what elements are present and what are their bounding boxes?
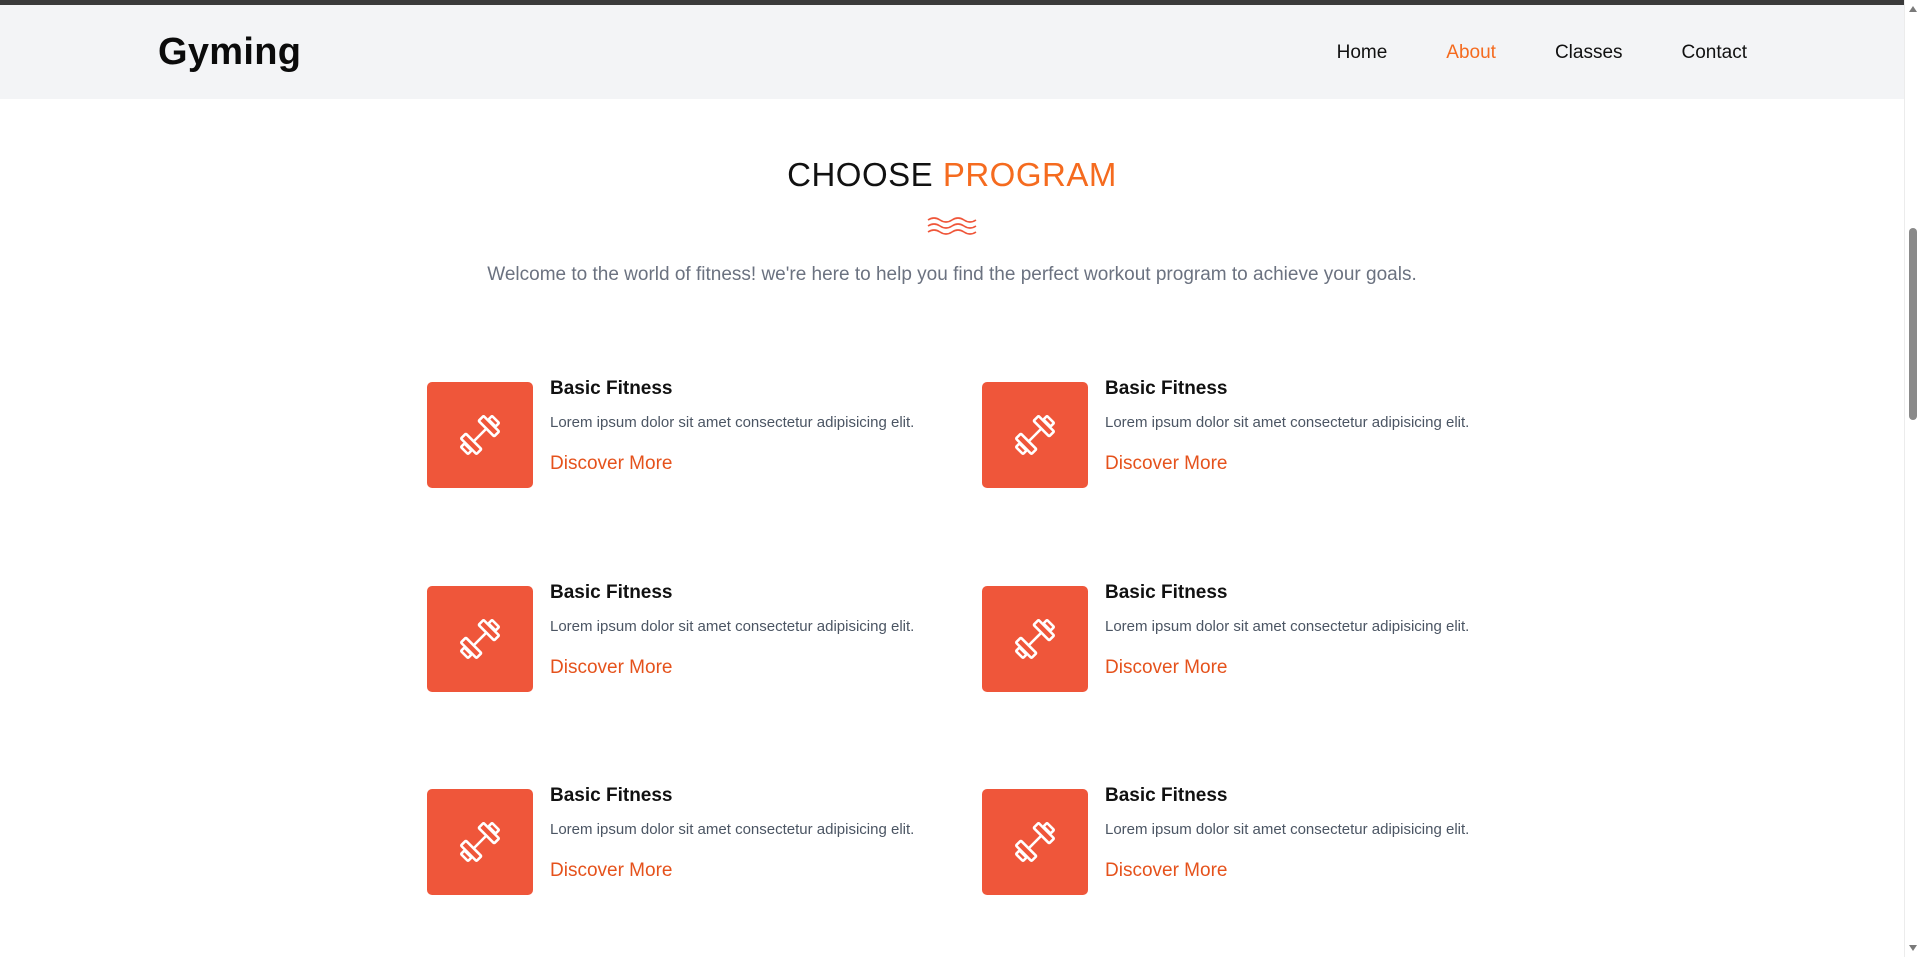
scroll-down-arrow-icon[interactable] [1909,945,1917,951]
program-description: Lorem ipsum dolor sit amet consectetur a… [550,618,915,635]
program-icon-box[interactable] [982,586,1088,692]
dumbbell-icon [1015,415,1055,455]
page-scrollbar[interactable] [1904,0,1920,957]
nav-links: Home About Classes Contact [1337,42,1747,64]
wave-lines-icon [927,217,977,235]
section-heading: CHOOSE PROGRAM [0,156,1904,194]
discover-more-link[interactable]: Discover More [550,860,672,882]
dumbbell-icon [460,619,500,659]
discover-more-link[interactable]: Discover More [1105,860,1227,882]
dumbbell-icon [1015,619,1055,659]
program-description: Lorem ipsum dolor sit amet consectetur a… [550,414,915,431]
section-subtitle: Welcome to the world of fitness! we're h… [487,264,1417,285]
nav-link-home[interactable]: Home [1337,42,1388,64]
program-card: Basic Fitness Lorem ipsum dolor sit amet… [427,785,947,895]
program-title: Basic Fitness [1105,785,1228,806]
program-title: Basic Fitness [1105,582,1228,603]
navbar: Gyming Home About Classes Contact [0,5,1904,99]
program-card: Basic Fitness Lorem ipsum dolor sit amet… [982,378,1502,488]
program-title: Basic Fitness [550,378,673,399]
nav-link-contact[interactable]: Contact [1682,42,1747,64]
program-icon-box[interactable] [982,382,1088,488]
program-card: Basic Fitness Lorem ipsum dolor sit amet… [427,582,947,692]
site-logo[interactable]: Gyming [158,31,301,74]
dumbbell-icon [460,415,500,455]
program-card: Basic Fitness Lorem ipsum dolor sit amet… [982,582,1502,692]
program-icon-box[interactable] [427,789,533,895]
nav-link-classes[interactable]: Classes [1555,42,1623,64]
scroll-up-arrow-icon[interactable] [1909,6,1917,12]
discover-more-link[interactable]: Discover More [1105,453,1227,475]
dumbbell-icon [460,822,500,862]
program-description: Lorem ipsum dolor sit amet consectetur a… [1105,414,1470,431]
program-title: Basic Fitness [550,582,673,603]
discover-more-link[interactable]: Discover More [550,453,672,475]
heading-choose: CHOOSE [787,156,943,193]
dumbbell-icon [1015,822,1055,862]
program-description: Lorem ipsum dolor sit amet consectetur a… [550,821,915,838]
program-card: Basic Fitness Lorem ipsum dolor sit amet… [982,785,1502,895]
program-icon-box[interactable] [427,382,533,488]
scrollbar-thumb[interactable] [1909,228,1917,420]
program-card: Basic Fitness Lorem ipsum dolor sit amet… [427,378,947,488]
heading-program: PROGRAM [942,156,1117,193]
program-title: Basic Fitness [550,785,673,806]
program-description: Lorem ipsum dolor sit amet consectetur a… [1105,618,1470,635]
program-title: Basic Fitness [1105,378,1228,399]
nav-link-about[interactable]: About [1446,42,1496,64]
discover-more-link[interactable]: Discover More [1105,657,1227,679]
program-icon-box[interactable] [427,586,533,692]
program-icon-box[interactable] [982,789,1088,895]
discover-more-link[interactable]: Discover More [550,657,672,679]
program-description: Lorem ipsum dolor sit amet consectetur a… [1105,821,1470,838]
